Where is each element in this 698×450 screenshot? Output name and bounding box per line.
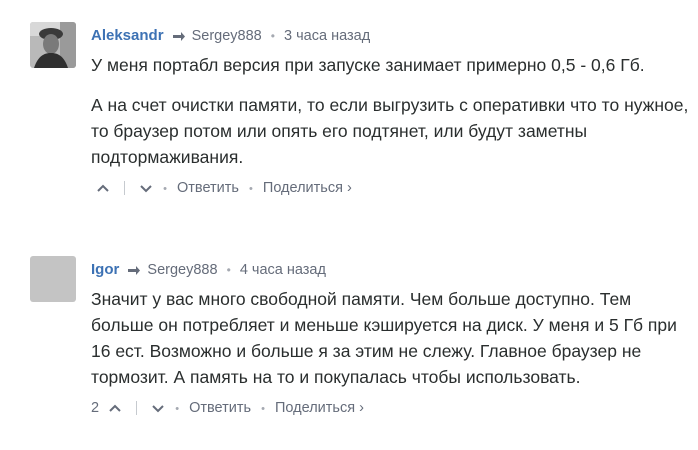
- chevron-up-icon[interactable]: [108, 401, 122, 415]
- meta-separator: •: [270, 29, 275, 43]
- chevron-down-icon[interactable]: [151, 401, 165, 415]
- share-button[interactable]: Поделиться ›: [263, 180, 352, 196]
- comment-text: Значит у вас много свободной памяти. Чем…: [91, 286, 691, 390]
- action-separator: •: [261, 403, 265, 415]
- comment-meta: Aleksandr Sergey888 • 3 часа назад: [91, 22, 691, 50]
- chevron-down-icon[interactable]: [139, 181, 153, 195]
- meta-separator: •: [226, 263, 231, 277]
- reply-arrow-icon: [128, 265, 141, 275]
- share-chevron-icon: ›: [359, 400, 364, 416]
- comment-paragraph: У меня портабл версия при запуске занима…: [91, 55, 645, 75]
- share-label: Поделиться: [262, 180, 343, 196]
- action-separator: •: [249, 183, 253, 195]
- comment-meta: Igor Sergey888 • 4 часа назад: [91, 256, 691, 284]
- reply-button[interactable]: Ответить: [189, 400, 251, 416]
- reply-button[interactable]: Ответить: [177, 180, 239, 196]
- author-name[interactable]: Aleksandr: [91, 27, 164, 44]
- action-separator: •: [175, 403, 180, 415]
- upvote-count: 2: [91, 400, 100, 416]
- comment-paragraph: Значит у вас много свободной памяти. Чем…: [91, 289, 677, 387]
- timestamp[interactable]: 3 часа назад: [284, 28, 370, 44]
- vote-divider: [124, 181, 126, 196]
- avatar[interactable]: [30, 22, 76, 68]
- timestamp[interactable]: 4 часа назад: [240, 262, 326, 278]
- reply-arrow-icon: [172, 31, 185, 41]
- default-avatar-icon: [30, 256, 76, 302]
- chevron-up-icon[interactable]: [96, 181, 110, 195]
- share-button[interactable]: Поделиться ›: [275, 400, 364, 416]
- comment-actions: • Ответить • Поделиться ›: [91, 178, 691, 198]
- comment-paragraph: А на счет очистки памяти, то если выгруз…: [91, 95, 689, 167]
- avatar[interactable]: [30, 256, 76, 302]
- reply-to-user[interactable]: Sergey888: [147, 262, 217, 278]
- comment-actions: 2 • Ответить • Поделиться ›: [91, 398, 691, 418]
- reply-to-user[interactable]: Sergey888: [192, 28, 262, 44]
- author-name[interactable]: Igor: [91, 261, 119, 278]
- share-chevron-icon: ›: [346, 180, 352, 196]
- share-label: Поделиться: [275, 400, 356, 416]
- comment-text: У меня портабл версия при запуске занима…: [91, 52, 691, 170]
- action-separator: •: [163, 183, 167, 195]
- user-photo-icon: [30, 22, 76, 68]
- vote-divider: [136, 401, 138, 416]
